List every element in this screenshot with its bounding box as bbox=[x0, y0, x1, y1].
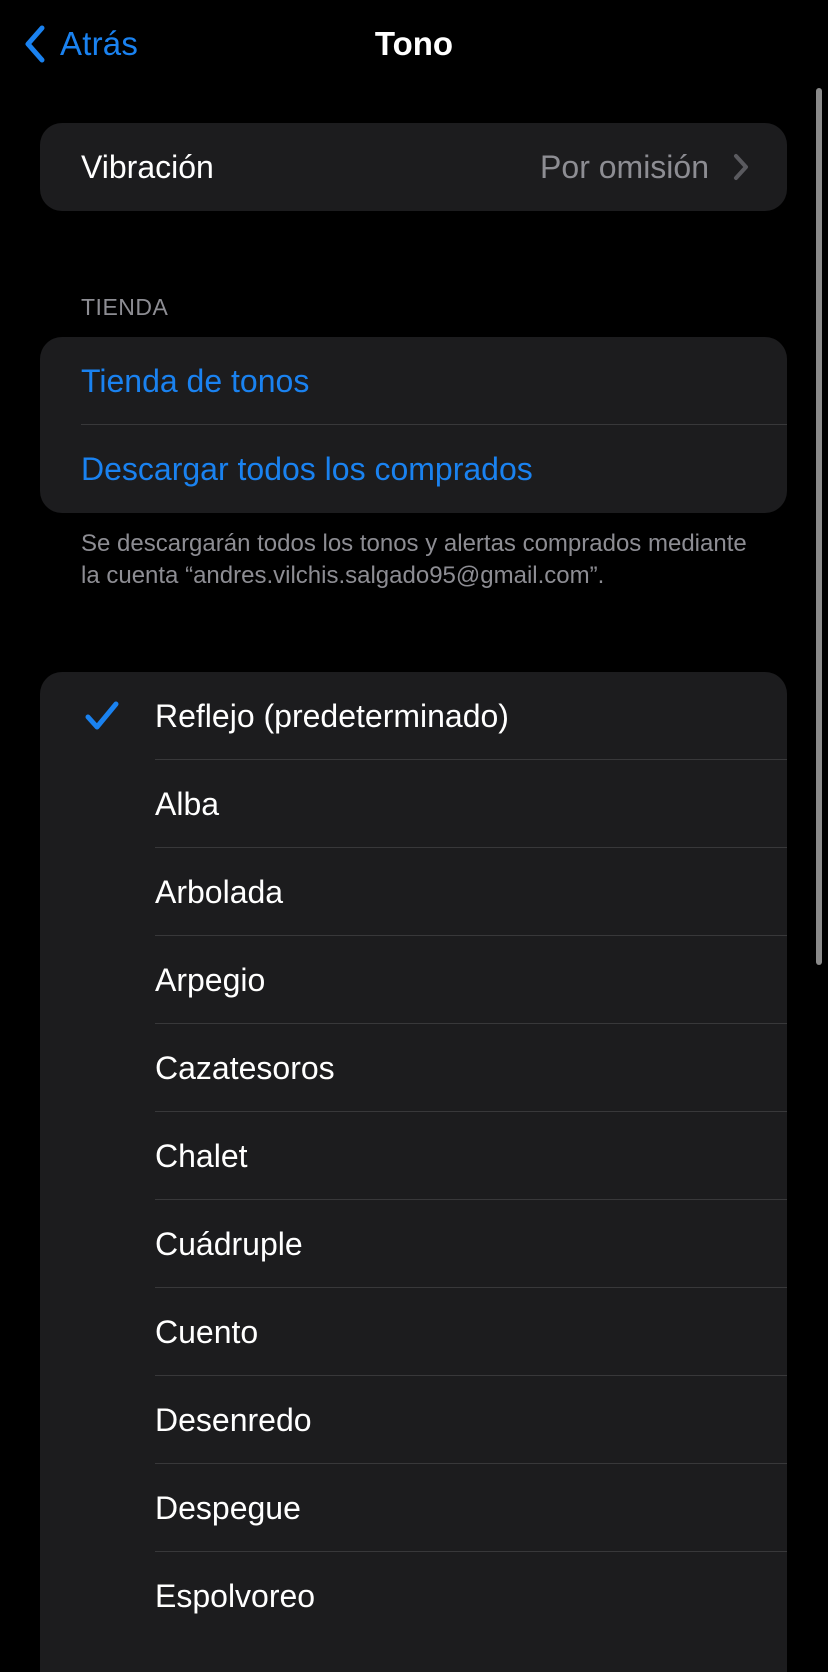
tone-item-despegue[interactable]: Despegue bbox=[40, 1464, 787, 1552]
tones-list: Reflejo (predeterminado) Alba Arbolada A… bbox=[40, 672, 787, 1672]
checkmark-icon bbox=[84, 700, 120, 737]
tone-label: Cazatesoros bbox=[155, 1049, 335, 1086]
ringtone-store-label: Tienda de tonos bbox=[81, 362, 310, 399]
download-all-purchased-link[interactable]: Descargar todos los comprados bbox=[40, 425, 787, 513]
store-card: Tienda de tonos Descargar todos los comp… bbox=[40, 337, 787, 513]
scrollbar[interactable] bbox=[816, 88, 822, 965]
tone-item-chalet[interactable]: Chalet bbox=[40, 1112, 787, 1200]
tone-label: Arbolada bbox=[155, 873, 284, 910]
tone-item-cuadruple[interactable]: Cuádruple bbox=[40, 1200, 787, 1288]
tone-label: Desenredo bbox=[155, 1401, 312, 1438]
ringtone-store-link[interactable]: Tienda de tonos bbox=[40, 337, 787, 425]
tone-item-desenredo[interactable]: Desenredo bbox=[40, 1376, 787, 1464]
tone-item-reflejo[interactable]: Reflejo (predeterminado) bbox=[40, 672, 787, 760]
tone-item-cuento[interactable]: Cuento bbox=[40, 1288, 787, 1376]
section-header-store: TIENDA bbox=[81, 294, 169, 320]
store-footer-note: Se descargarán todos los tonos y alertas… bbox=[81, 530, 747, 589]
tone-label: Despegue bbox=[155, 1489, 301, 1526]
page-title: Tono bbox=[374, 25, 454, 62]
vibration-value: Por omisión bbox=[540, 148, 709, 185]
vibration-row[interactable]: Vibración Por omisión bbox=[40, 123, 787, 211]
tone-label: Chalet bbox=[155, 1137, 248, 1174]
download-all-purchased-label: Descargar todos los comprados bbox=[81, 450, 533, 487]
tone-label: Espolvoreo bbox=[155, 1577, 316, 1614]
tone-item-alba[interactable]: Alba bbox=[40, 760, 787, 848]
tone-label: Alba bbox=[155, 785, 220, 822]
chevron-right-icon bbox=[733, 153, 749, 186]
tone-label: Cuento bbox=[155, 1313, 259, 1350]
navigation-bar: Atrás Tono bbox=[0, 0, 828, 88]
tone-label: Arpegio bbox=[155, 961, 266, 998]
tone-label: Cuádruple bbox=[155, 1225, 303, 1262]
vibration-label: Vibración bbox=[81, 148, 214, 185]
tone-item-cazatesoros[interactable]: Cazatesoros bbox=[40, 1024, 787, 1112]
tone-item-arpegio[interactable]: Arpegio bbox=[40, 936, 787, 1024]
tone-item-espolvoreo[interactable]: Espolvoreo bbox=[40, 1552, 787, 1640]
vibration-card: Vibración Por omisión bbox=[40, 123, 787, 211]
tone-label: Reflejo (predeterminado) bbox=[155, 697, 509, 734]
tone-item-arbolada[interactable]: Arbolada bbox=[40, 848, 787, 936]
